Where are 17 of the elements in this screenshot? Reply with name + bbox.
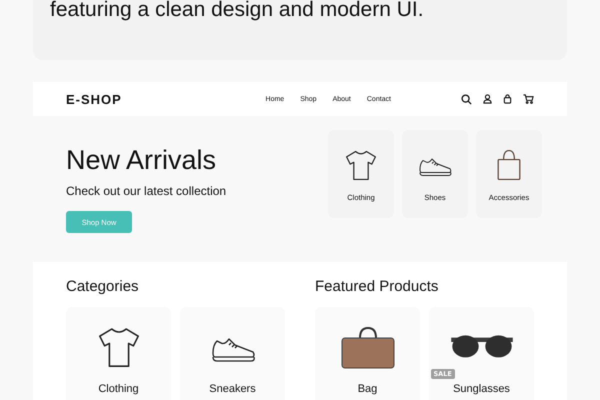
product-card[interactable]: Bag bbox=[315, 307, 420, 400]
category-card[interactable]: Clothing bbox=[66, 307, 171, 400]
card-label: Sneakers bbox=[209, 383, 256, 395]
shop-logo[interactable]: E-SHOP bbox=[66, 92, 122, 106]
cart-icon[interactable] bbox=[523, 94, 534, 104]
hero-title: New Arrivals bbox=[66, 144, 218, 176]
section-heading: Categories bbox=[66, 278, 140, 295]
search-icon[interactable] bbox=[461, 94, 472, 104]
card-label: Clothing bbox=[98, 383, 139, 395]
user-icon[interactable] bbox=[483, 94, 492, 104]
category-card[interactable]: Sneakers bbox=[180, 307, 285, 400]
intro-text: featuring a clean design and modern UI. bbox=[50, 0, 424, 23]
section-heading: Featured Products bbox=[315, 278, 440, 295]
card-label: Sunglasses bbox=[453, 383, 510, 395]
shopping-bag-icon[interactable] bbox=[503, 94, 512, 104]
hero-subtitle: Check out our latest collection bbox=[66, 184, 228, 198]
card-label: Bag bbox=[358, 383, 378, 395]
